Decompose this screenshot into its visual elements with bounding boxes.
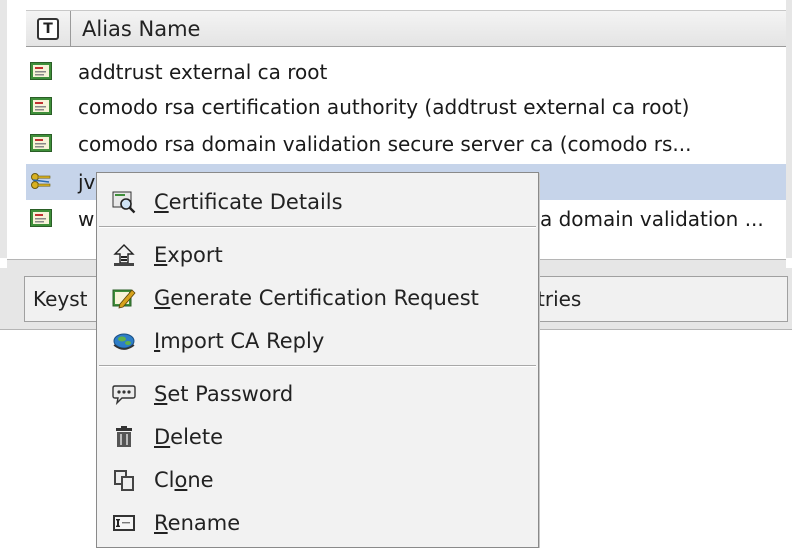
menu-separator [99,365,536,367]
type-column-header[interactable]: T [26,11,71,47]
alias-cell-end: a domain validation ... [540,207,764,231]
trusted-certificate-icon [30,134,52,152]
table-row[interactable]: addtrust external ca root [26,54,786,90]
table-row[interactable]: comodo rsa domain validation secure serv… [26,126,786,162]
status-text-right: tries [537,287,582,311]
menu-item-label: Export [154,243,223,267]
menu-item-label: Certificate Details [154,190,343,214]
menu-item-clone[interactable]: Clone [98,459,537,501]
trusted-certificate-icon [30,97,52,115]
rename-icon [113,515,135,531]
certificate-details-icon [112,191,136,214]
menu-item-certificate-details[interactable]: Certificate Details [98,181,537,223]
generate-request-icon [112,289,136,309]
menu-item-import-ca-reply[interactable]: Import CA Reply [98,320,537,362]
menu-item-delete[interactable]: Delete [98,416,537,458]
delete-icon [116,426,132,447]
alias-name-column-header[interactable]: Alias Name [82,11,200,47]
clone-icon [114,470,134,491]
context-menu: Certificate Details Export Generate Cert… [96,172,539,548]
menu-item-set-password[interactable]: Set Password [98,373,537,415]
trusted-certificate-icon [30,62,52,80]
alias-cell: comodo rsa domain validation secure serv… [78,132,692,156]
alias-cell: addtrust external ca root [78,60,328,84]
trusted-certificate-icon [30,209,52,227]
menu-item-label: Rename [154,511,241,535]
alias-cell-start: w [78,207,95,231]
menu-item-label: Set Password [154,382,294,406]
alias-cell: comodo rsa certification authority (addt… [78,95,690,119]
menu-item-export[interactable]: Export [98,234,537,276]
menu-item-generate-certification-request[interactable]: Generate Certification Request [98,277,537,319]
menu-item-label: Delete [154,425,223,449]
table-row[interactable]: comodo rsa certification authority (addt… [26,89,786,125]
menu-item-label: Generate Certification Request [154,286,479,310]
set-password-icon [112,385,136,406]
menu-item-rename[interactable]: Rename [98,502,537,544]
key-pair-icon [31,173,51,189]
export-icon [113,244,135,266]
table-header: T Alias Name [26,10,786,47]
type-column-icon: T [37,18,59,40]
alias-cell: jv [78,170,96,194]
menu-item-label: Import CA Reply [154,329,325,353]
menu-item-label: Clone [154,468,214,492]
menu-separator [99,226,536,228]
status-text-left: Keyst [33,287,88,311]
import-ca-reply-icon [113,333,135,350]
